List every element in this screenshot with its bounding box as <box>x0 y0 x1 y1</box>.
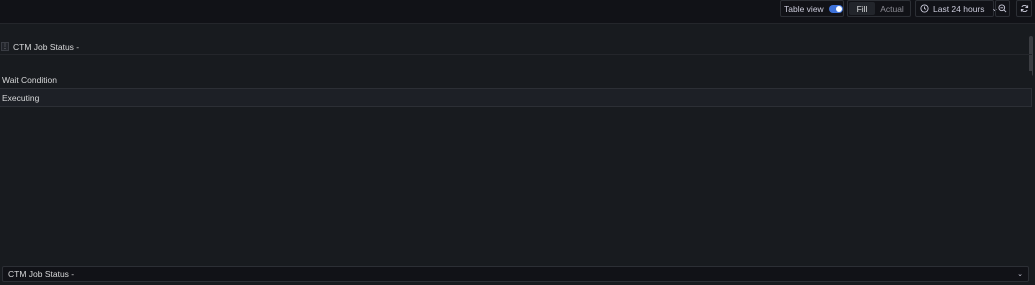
table-row-empty <box>0 55 1032 72</box>
time-range-label: Last 24 hours <box>933 3 985 14</box>
table-view-toggle[interactable]: Table view <box>780 0 844 17</box>
toggle-switch[interactable] <box>828 4 843 13</box>
series-select-value: CTM Job Status - <box>8 269 75 279</box>
chevron-down-icon: ⌄ <box>1017 271 1023 278</box>
refresh-button[interactable] <box>1016 0 1032 17</box>
clock-icon <box>920 2 929 16</box>
table-row: Wait Condition <box>0 71 1032 89</box>
actual-button[interactable]: Actual <box>875 2 909 15</box>
fill-actual-switcher: Fill Actual <box>847 0 911 17</box>
refresh-icon <box>1020 2 1029 16</box>
table-row: Executing <box>0 89 1032 107</box>
fill-button[interactable]: Fill <box>849 2 875 15</box>
table-header: ⋮ CTM Job Status - <box>0 39 1032 55</box>
table-view-label: Table view <box>784 3 824 14</box>
series-select[interactable]: CTM Job Status - ⌄ <box>2 266 1029 282</box>
top-toolbar: Table view Fill Actual Last 24 hours ⌄ <box>0 0 1035 24</box>
filter-icon[interactable]: ⋮ <box>1 42 9 51</box>
time-range-picker[interactable]: Last 24 hours ⌄ <box>915 0 998 17</box>
column-header[interactable]: CTM Job Status - <box>13 42 79 52</box>
zoom-out-button[interactable] <box>995 0 1010 17</box>
zoom-out-icon <box>998 2 1007 16</box>
